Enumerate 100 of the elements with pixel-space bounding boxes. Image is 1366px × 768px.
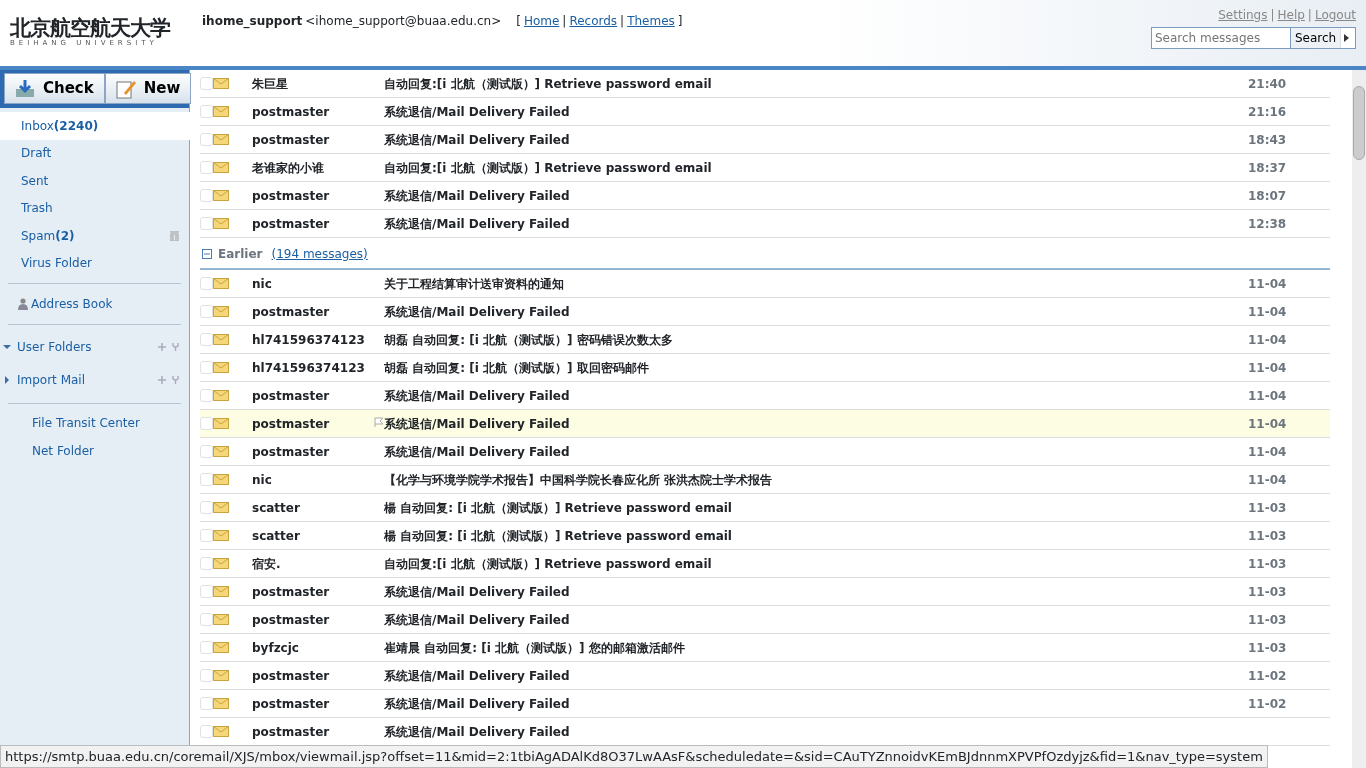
checkbox[interactable] xyxy=(200,77,213,90)
envelope-icon xyxy=(213,586,229,597)
nav-link[interactable]: Home xyxy=(523,12,560,30)
checkbox[interactable] xyxy=(200,217,213,230)
date: 11-04 xyxy=(1248,415,1288,433)
checkbox[interactable] xyxy=(200,445,213,458)
tool-link[interactable]: Net Folder xyxy=(32,441,94,460)
message-row[interactable]: postmaster 系统退信/Mail Delivery Failed 11-02 xyxy=(200,662,1330,690)
checkbox[interactable] xyxy=(200,133,213,146)
scrollbar-thumb[interactable] xyxy=(1353,86,1365,160)
folder-label[interactable]: Sent xyxy=(21,171,49,190)
subject: 【化学与环境学院学术报告】中国科学院长春应化所 张洪杰院士学术报告 xyxy=(384,471,774,489)
separator: | xyxy=(620,13,625,30)
message-row[interactable]: postmaster 系统退信/Mail Delivery Failed 18:43 xyxy=(200,126,1330,154)
message-row[interactable]: byfzcjc 崔靖晨 自动回复: [i 北航（测试版）] 您的邮箱激活邮件 11-03 xyxy=(200,634,1330,662)
checkbox[interactable] xyxy=(200,305,213,318)
folder-group-label[interactable]: Import Mail xyxy=(17,371,85,389)
flag-icon[interactable] xyxy=(374,416,384,427)
message-row[interactable]: postmaster 系统退信/Mail Delivery Failed 11-03 xyxy=(200,606,1330,634)
message-row[interactable]: hl741596374123 胡磊 自动回复: [i 北航（测试版）] 取回密码邮件 11-04 xyxy=(200,354,1330,382)
envelope-icon xyxy=(213,558,229,569)
checkbox[interactable] xyxy=(200,641,213,654)
expanded-caret-icon[interactable] xyxy=(3,343,11,351)
envelope-icon xyxy=(213,530,229,541)
toolbar-button[interactable]: Check xyxy=(4,73,105,104)
message-row[interactable]: nic 关于工程结算审计送审资料的通知 11-04 xyxy=(200,270,1330,298)
checkbox[interactable] xyxy=(200,725,213,738)
checkbox[interactable] xyxy=(200,613,213,626)
date: 11-04 xyxy=(1248,331,1288,349)
trash-icon[interactable] xyxy=(170,230,179,241)
fork-icon[interactable] xyxy=(172,376,179,384)
message-row[interactable]: hl741596374123 胡磊 自动回复: [i 北航（测试版）] 密码错误次数太多 11-04 xyxy=(200,326,1330,354)
plus-icon[interactable] xyxy=(158,376,166,384)
message-row[interactable]: 朱巨星 自动回复:[i 北航（测试版）] Retrieve password email 21:40 xyxy=(200,70,1330,98)
checkbox[interactable] xyxy=(200,333,213,346)
message-row[interactable]: postmaster 系统退信/Mail Delivery Failed 11-04 xyxy=(200,298,1330,326)
folder-label[interactable]: Spam(2) xyxy=(21,226,75,245)
date: 11-04 xyxy=(1248,387,1288,405)
message-row[interactable]: scatter 楊 自动回复: [i 北航（测试版）] Retrieve password email 11-03 xyxy=(200,494,1330,522)
date: 11-04 xyxy=(1248,443,1288,461)
checkbox[interactable] xyxy=(200,529,213,542)
tool-link[interactable]: File Transit Center xyxy=(32,414,140,433)
message-row[interactable]: nic 【化学与环境学院学术报告】中国科学院长春应化所 张洪杰院士学术报告 11-04 xyxy=(200,466,1330,494)
message-row[interactable]: 老谁家的小谁 自动回复:[i 北航（测试版）] Retrieve password email 18:37 xyxy=(200,154,1330,182)
message-row[interactable]: postmaster 系统退信/Mail Delivery Failed 21:16 xyxy=(200,98,1330,126)
caret-icon xyxy=(1344,34,1350,42)
sender: nic xyxy=(252,472,272,487)
sender: hl741596374123 xyxy=(252,332,365,347)
folder-label[interactable]: Draft xyxy=(21,144,52,163)
nav-link[interactable]: Records xyxy=(569,12,618,30)
checkbox[interactable] xyxy=(200,669,213,682)
subject: 系统退信/Mail Delivery Failed xyxy=(384,415,571,433)
sender: 朱巨星 xyxy=(252,76,288,91)
message-row[interactable]: postmaster 系统退信/Mail Delivery Failed 11-02 xyxy=(200,690,1330,718)
checkbox[interactable] xyxy=(200,189,213,202)
nav-link[interactable]: Themes xyxy=(627,12,675,30)
checkbox[interactable] xyxy=(200,473,213,486)
collapse-icon[interactable] xyxy=(202,249,212,259)
subject: 楊 自动回复: [i 北航（测试版）] Retrieve password email xyxy=(384,527,733,545)
date: 11-02 xyxy=(1248,695,1288,713)
checkbox[interactable] xyxy=(200,557,213,570)
address-book-link[interactable]: Address Book xyxy=(31,294,113,313)
checkbox[interactable] xyxy=(200,417,213,430)
plus-icon[interactable] xyxy=(158,343,166,351)
sender: postmaster xyxy=(252,416,330,431)
date: 21:16 xyxy=(1248,103,1288,121)
checkbox[interactable] xyxy=(200,277,213,290)
subject: 胡磊 自动回复: [i 北航（测试版）] 密码错误次数太多 xyxy=(384,331,674,349)
checkbox[interactable] xyxy=(200,585,213,598)
message-row[interactable]: postmaster 系统退信/Mail Delivery Failed 18:07 xyxy=(200,182,1330,210)
subject: 胡磊 自动回复: [i 北航（测试版）] 取回密码邮件 xyxy=(384,359,650,377)
toolbar-button[interactable]: New xyxy=(104,73,192,104)
envelope-icon xyxy=(213,362,229,373)
search-field[interactable]: Search messages Search xyxy=(1151,27,1356,49)
checkbox[interactable] xyxy=(200,161,213,174)
message-row[interactable]: postmaster 系统退信/Mail Delivery Failed 12:38 xyxy=(200,210,1330,238)
date: 12:38 xyxy=(1248,215,1288,233)
checkbox[interactable] xyxy=(200,389,213,402)
folder-label[interactable]: Virus Folder xyxy=(21,254,92,273)
collapsed-caret-icon[interactable] xyxy=(3,376,11,384)
message-row[interactable]: postmaster 系统退信/Mail Delivery Failed 11-04 xyxy=(200,438,1330,466)
envelope-icon xyxy=(213,78,229,89)
search-button[interactable]: Search xyxy=(1290,28,1341,48)
message-row[interactable]: 宿安. 自动回复:[i 北航（测试版）] Retrieve password email 11-03 xyxy=(200,550,1330,578)
checkbox[interactable] xyxy=(200,105,213,118)
checkbox[interactable] xyxy=(200,501,213,514)
fork-icon[interactable] xyxy=(172,343,179,351)
envelope-icon xyxy=(213,334,229,345)
message-count-link[interactable]: (194 messages) xyxy=(271,245,368,263)
checkbox[interactable] xyxy=(200,361,213,374)
message-row[interactable]: postmaster 系统退信/Mail Delivery Failed 11-03 xyxy=(200,578,1330,606)
envelope-icon xyxy=(213,614,229,625)
folder-group-label[interactable]: User Folders xyxy=(17,338,92,356)
checkbox[interactable] xyxy=(200,697,213,710)
message-row[interactable]: postmaster 系统退信/Mail Delivery Failed 11-04 xyxy=(200,410,1330,438)
message-row[interactable]: scatter 楊 自动回复: [i 北航（测试版）] Retrieve password email 11-03 xyxy=(200,522,1330,550)
sender: 老谁家的小谁 xyxy=(252,160,324,175)
subject: 系统退信/Mail Delivery Failed xyxy=(384,695,571,713)
sender: postmaster xyxy=(252,724,330,739)
folder-label[interactable]: Trash xyxy=(21,199,53,218)
